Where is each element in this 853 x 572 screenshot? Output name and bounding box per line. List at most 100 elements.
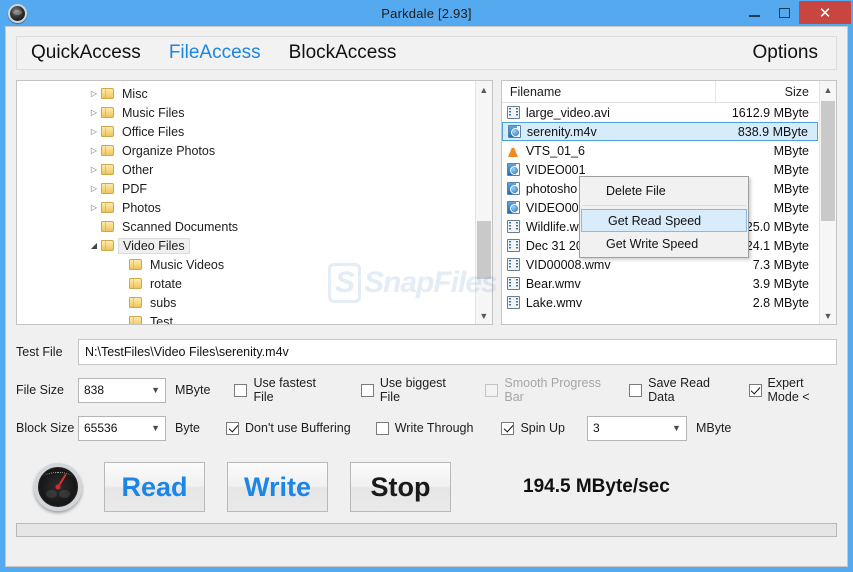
checkbox-use-biggest-file[interactable]: Use biggest File xyxy=(360,376,457,404)
media-file-icon xyxy=(507,125,521,138)
file-size-cell: 1612.9 MByte xyxy=(731,105,809,120)
tree-node[interactable]: Test xyxy=(17,312,474,324)
video-file-icon xyxy=(506,277,520,290)
chevron-right-icon[interactable]: ▷ xyxy=(87,203,101,212)
table-row[interactable]: Bear.wmv 3.9 MByte xyxy=(502,274,818,293)
checkbox-label: Don't use Buffering xyxy=(245,421,351,435)
tree-node[interactable]: ▷ Office Files xyxy=(17,122,474,141)
stop-button[interactable]: Stop xyxy=(350,462,451,512)
spin-up-select[interactable]: 3 ▼ xyxy=(586,415,687,441)
chevron-right-icon[interactable]: ▷ xyxy=(87,165,101,174)
speedometer-icon xyxy=(34,463,82,511)
tree-node-label: Office Files xyxy=(122,124,185,139)
chevron-right-icon[interactable]: ▷ xyxy=(87,146,101,155)
tree-scroll-down-icon[interactable]: ▼ xyxy=(476,307,492,324)
tab-blockaccess[interactable]: BlockAccess xyxy=(275,42,411,64)
folder-icon xyxy=(101,126,114,137)
list-scroll-thumb[interactable] xyxy=(821,101,835,221)
checkbox-use-fastest-file[interactable]: Use fastest File xyxy=(234,376,326,404)
chevron-right-icon[interactable]: ▷ xyxy=(87,184,101,193)
tree-node[interactable]: ▷ Music Files xyxy=(17,103,474,122)
checkbox-box xyxy=(501,421,515,435)
parkdale-window: Parkdale [2.93] ✕ QuickAccess FileAccess… xyxy=(0,0,853,572)
tree-node[interactable]: ▷ Photos xyxy=(17,198,474,217)
table-row[interactable]: serenity.m4v 838.9 MByte xyxy=(501,122,818,141)
column-header-size[interactable]: Size xyxy=(716,81,818,102)
file-context-menu[interactable]: Delete File Get Read Speed Get Write Spe… xyxy=(579,176,749,258)
folder-tree-panel: ▷ Misc ▷ Music Files ▷ Office Files ▷ Organize … xyxy=(16,80,493,325)
tree-node-label: PDF xyxy=(122,181,147,196)
folder-icon xyxy=(101,88,114,99)
table-row[interactable]: large_video.avi 1612.9 MByte xyxy=(502,103,818,122)
tab-fileaccess[interactable]: FileAccess xyxy=(155,42,275,64)
tree-node[interactable]: ▷ Organize Photos xyxy=(17,141,474,160)
write-button[interactable]: Write xyxy=(227,462,328,512)
file-size-select[interactable]: 838 ▼ xyxy=(78,377,166,403)
menu-item-delete-file[interactable]: Delete File xyxy=(580,179,748,202)
checkbox-dont-use-buffering[interactable]: Don't use Buffering xyxy=(226,421,351,435)
tree-scroll-thumb[interactable] xyxy=(476,221,491,279)
checkbox-write-through[interactable]: Write Through xyxy=(375,421,473,435)
action-row: Read Write Stop 194.5 MByte/sec xyxy=(16,459,837,515)
menu-item-get-read-speed[interactable]: Get Read Speed xyxy=(581,209,747,232)
tree-node[interactable]: ▷ PDF xyxy=(17,179,474,198)
file-size-row: File Size 838 ▼ MByte Use fastest File U… xyxy=(16,371,837,409)
tree-node-label: Scanned Documents xyxy=(122,219,239,234)
tree-node-label: rotate xyxy=(150,276,182,291)
menu-item-get-write-speed[interactable]: Get Write Speed xyxy=(580,232,748,255)
file-name-cell: Bear.wmv xyxy=(502,277,716,291)
test-file-label: Test File xyxy=(16,345,63,359)
checkbox-label: Expert Mode < xyxy=(767,376,810,404)
video-file-icon xyxy=(506,296,520,309)
file-size-cell: 2.8 MByte xyxy=(752,295,809,310)
chevron-right-icon[interactable]: ▷ xyxy=(87,108,101,117)
video-file-icon xyxy=(506,239,520,252)
file-name-cell: VIDEO001 xyxy=(502,163,716,177)
column-header-filename[interactable]: Filename xyxy=(502,81,716,102)
checkbox-expert-mode[interactable]: Expert Mode < xyxy=(748,376,837,404)
table-row[interactable]: VTS_01_6 MByte xyxy=(502,141,818,160)
checkbox-label: Use fastest File xyxy=(253,376,316,404)
list-scroll-down-icon[interactable]: ▼ xyxy=(820,307,836,324)
tree-node[interactable]: ▷ Misc xyxy=(17,84,474,103)
checkbox-spin-up[interactable]: Spin Up xyxy=(501,421,565,435)
chevron-down-icon[interactable]: ◢ xyxy=(87,241,101,250)
folder-icon xyxy=(101,183,114,194)
tree-node[interactable]: ◢ Video Files xyxy=(17,236,474,255)
checkbox-box xyxy=(375,421,389,435)
tree-scrollbar[interactable]: ▲ ▼ xyxy=(474,81,492,324)
media-file-icon xyxy=(506,163,520,176)
checkbox-box xyxy=(360,383,374,397)
test-file-row: Test File N:\TestFiles\Video Files\seren… xyxy=(16,333,837,371)
tab-quickaccess[interactable]: QuickAccess xyxy=(17,42,155,64)
tree-node[interactable]: ▷ Other xyxy=(17,160,474,179)
tab-bar: QuickAccess FileAccess BlockAccess Optio… xyxy=(16,36,837,70)
checkbox-save-read-data[interactable]: Save Read Data xyxy=(629,376,726,404)
file-size-cell: 838.9 MByte xyxy=(737,124,808,139)
file-list-scrollbar[interactable]: ▲ ▼ xyxy=(819,81,836,324)
file-size-cell: MByte xyxy=(773,143,809,158)
checkbox-label: Save Read Data xyxy=(648,376,710,404)
tree-node[interactable]: Music Videos xyxy=(17,255,474,274)
tree-node[interactable]: Scanned Documents xyxy=(17,217,474,236)
tree-node[interactable]: subs xyxy=(17,293,474,312)
title-bar: Parkdale [2.93] ✕ xyxy=(0,0,853,26)
checkbox-box xyxy=(485,383,499,397)
test-file-input[interactable]: N:\TestFiles\Video Files\serenity.m4v xyxy=(78,339,837,365)
minimize-button[interactable] xyxy=(739,0,769,26)
chevron-right-icon[interactable]: ▷ xyxy=(87,89,101,98)
chevron-right-icon[interactable]: ▷ xyxy=(87,127,101,136)
video-file-icon xyxy=(506,106,520,119)
table-row[interactable]: Lake.wmv 2.8 MByte xyxy=(502,293,818,312)
tab-options[interactable]: Options xyxy=(739,42,832,64)
close-button[interactable]: ✕ xyxy=(799,1,851,24)
read-button[interactable]: Read xyxy=(104,462,205,512)
tree-scroll-up-icon[interactable]: ▲ xyxy=(476,81,492,98)
tree-node[interactable]: rotate xyxy=(17,274,474,293)
folder-tree[interactable]: ▷ Misc ▷ Music Files ▷ Office Files ▷ Organize … xyxy=(17,81,474,324)
block-size-select[interactable]: 65536 ▼ xyxy=(78,415,166,441)
file-name-label: Lake.wmv xyxy=(525,295,583,310)
maximize-button[interactable] xyxy=(769,0,799,26)
file-name-cell: VID00008.wmv xyxy=(502,258,716,272)
list-scroll-up-icon[interactable]: ▲ xyxy=(820,81,836,98)
